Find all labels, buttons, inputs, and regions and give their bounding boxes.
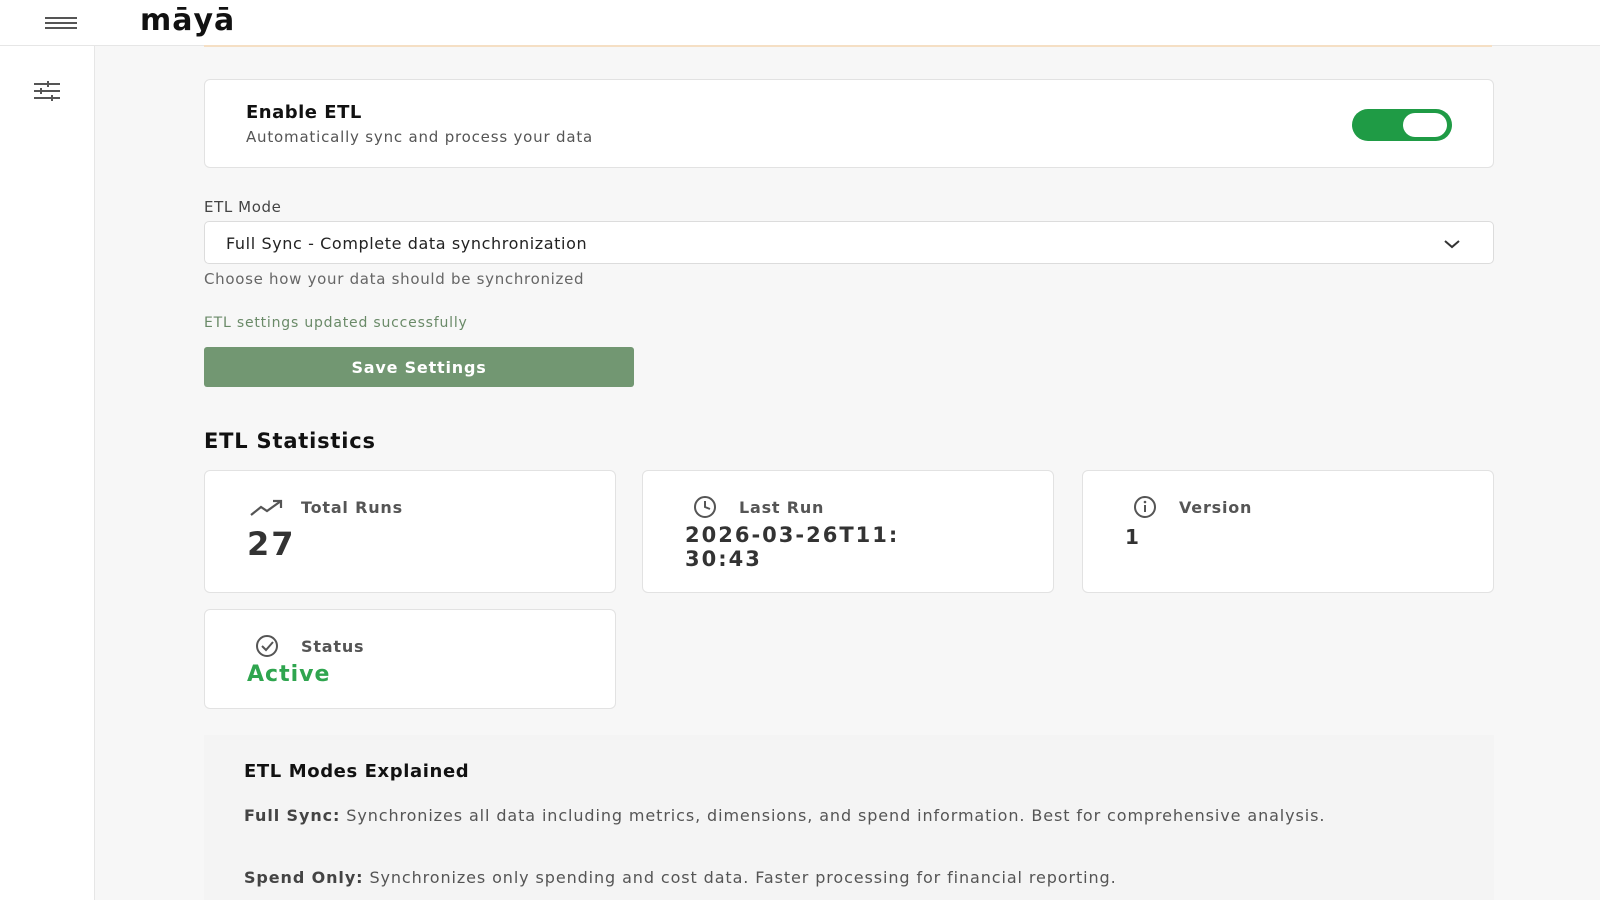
save-settings-button[interactable]: Save Settings bbox=[204, 347, 634, 387]
chevron-down-icon bbox=[1441, 236, 1463, 250]
version-value: 1 bbox=[1125, 525, 1139, 549]
spend-only-description: Spend Only: Synchronizes only spending a… bbox=[244, 865, 1344, 890]
hamburger-menu-icon[interactable] bbox=[45, 17, 77, 31]
accent-divider bbox=[204, 45, 1492, 47]
success-message: ETL settings updated successfully bbox=[204, 315, 468, 331]
enable-etl-card: Enable ETL Automatically sync and proces… bbox=[204, 79, 1494, 168]
sliders-icon[interactable] bbox=[32, 80, 62, 102]
status-label: Status bbox=[301, 636, 365, 656]
total-runs-card: Total Runs 27 bbox=[204, 470, 616, 593]
spend-only-text: Synchronizes only spending and cost data… bbox=[363, 868, 1117, 887]
enable-etl-title: Enable ETL bbox=[246, 102, 362, 123]
total-runs-label: Total Runs bbox=[301, 497, 403, 517]
top-bar: māyā bbox=[0, 0, 1600, 46]
check-circle-icon bbox=[249, 634, 285, 658]
toggle-knob bbox=[1403, 113, 1447, 137]
etl-mode-help: Choose how your data should be synchroni… bbox=[204, 270, 585, 288]
version-card: Version 1 bbox=[1082, 470, 1494, 593]
status-card: Status Active bbox=[204, 609, 616, 709]
full-sync-description: Full Sync: Synchronizes all data includi… bbox=[244, 803, 1344, 828]
enable-etl-toggle[interactable] bbox=[1352, 109, 1452, 141]
etl-mode-select[interactable]: Full Sync - Complete data synchronizatio… bbox=[204, 221, 1494, 264]
clock-icon bbox=[687, 495, 723, 519]
last-run-card: Last Run 2026-03-26T11:30:43 bbox=[642, 470, 1054, 593]
version-label: Version bbox=[1179, 497, 1253, 517]
info-icon bbox=[1127, 495, 1163, 519]
etl-mode-selected-value: Full Sync - Complete data synchronizatio… bbox=[226, 234, 588, 253]
enable-etl-subtitle: Automatically sync and process your data bbox=[246, 128, 593, 146]
trending-up-icon bbox=[249, 495, 285, 519]
status-value: Active bbox=[247, 662, 331, 687]
etl-statistics-title: ETL Statistics bbox=[204, 429, 376, 453]
last-run-value: 2026-03-26T11:30:43 bbox=[685, 523, 900, 571]
last-run-label: Last Run bbox=[739, 497, 825, 517]
total-runs-value: 27 bbox=[247, 525, 296, 563]
app-logo[interactable]: māyā bbox=[140, 3, 235, 38]
etl-mode-label: ETL Mode bbox=[204, 198, 282, 216]
etl-modes-explained: ETL Modes Explained Full Sync: Synchroni… bbox=[204, 735, 1494, 900]
spend-only-term: Spend Only: bbox=[244, 868, 364, 887]
full-sync-text: Synchronizes all data including metrics,… bbox=[340, 806, 1326, 825]
full-sync-term: Full Sync: bbox=[244, 806, 341, 825]
sidebar bbox=[0, 46, 95, 900]
etl-modes-explained-title: ETL Modes Explained bbox=[244, 761, 470, 782]
